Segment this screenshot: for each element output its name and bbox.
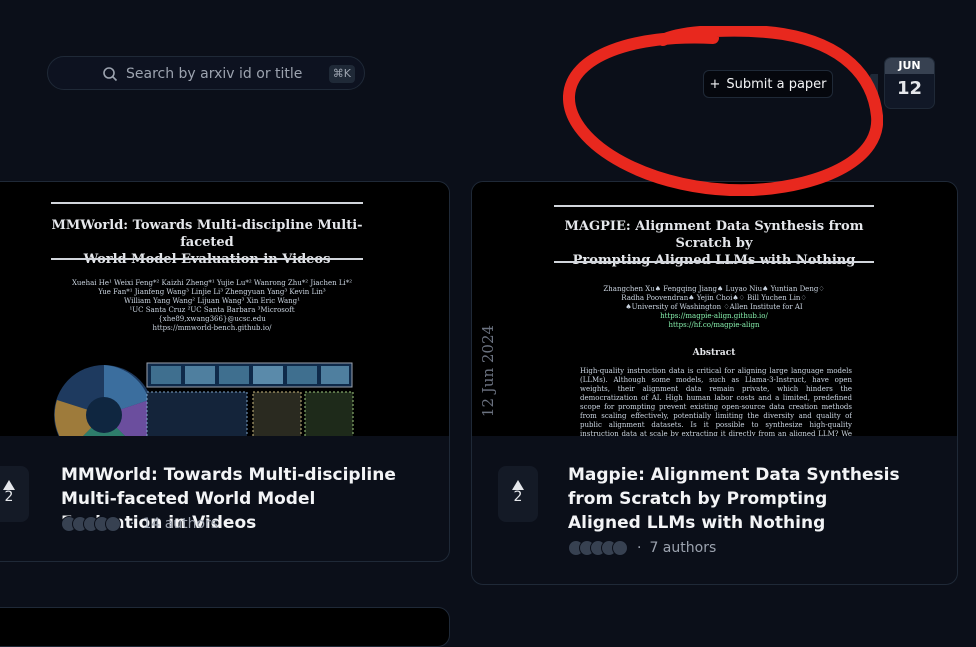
author-avatars bbox=[568, 540, 628, 556]
paper-title[interactable]: Magpie: Alignment Data Synthesis from Sc… bbox=[568, 463, 938, 535]
thumb-author-line: {xhe89,xwang366}@ucsc.edu bbox=[158, 315, 266, 323]
search-input[interactable]: Search by arxiv id or title ⌘K bbox=[47, 56, 365, 90]
paper-card[interactable]: 12 Jun 2024 MAGPIE: Alignment Data Synth… bbox=[471, 181, 958, 585]
thumb-link: https://hf.co/magpie-align bbox=[668, 321, 760, 329]
thumb-author-line: Yue Fan*¹ Jianfeng Wang³ Linjie Li³ Zhen… bbox=[98, 288, 326, 296]
upvote-icon bbox=[0, 475, 29, 490]
upvote-icon bbox=[498, 475, 538, 490]
thumb-author-line: https://mmworld-bench.github.io/ bbox=[152, 324, 272, 332]
paper-authors[interactable]: · 7 authors bbox=[568, 540, 716, 556]
thumb-title-line: MMWorld: Towards Multi-discipline Multi-… bbox=[51, 218, 363, 250]
paper-thumbnail[interactable]: 12 Jun 2024 MAGPIE: Alignment Data Synth… bbox=[472, 182, 957, 436]
paper-card[interactable]: MMWorld: Towards Multi-discipline Multi-… bbox=[0, 181, 450, 562]
avatar bbox=[105, 516, 121, 532]
thumb-figure bbox=[54, 362, 354, 436]
date-picker[interactable]: JUN 12 bbox=[884, 57, 935, 109]
author-count: 7 authors bbox=[649, 540, 717, 556]
thumb-link: https://magpie-align.github.io/ bbox=[660, 312, 768, 320]
date-day: 12 bbox=[896, 78, 923, 99]
paper-title-line: from Scratch by Prompting bbox=[568, 489, 828, 509]
search-placeholder: Search by arxiv id or title bbox=[126, 66, 303, 82]
search-shortcut: ⌘K bbox=[328, 65, 355, 83]
thumb-abstract-heading: Abstract bbox=[692, 348, 736, 358]
thumb-author-line: Radha Poovendran♠ Yejin Choi♠♢ Bill Yuch… bbox=[621, 294, 807, 302]
paper-authors[interactable]: · 14 authors bbox=[61, 516, 218, 532]
annotation-circle bbox=[563, 26, 883, 196]
separator: · bbox=[637, 540, 642, 556]
paper-card[interactable] bbox=[0, 607, 450, 647]
separator: · bbox=[130, 516, 135, 532]
paper-title-line: Magpie: Alignment Data Synthesis bbox=[568, 465, 900, 485]
author-avatars bbox=[61, 516, 121, 532]
thumb-side-date: 12 Jun 2024 bbox=[479, 324, 498, 418]
search-icon bbox=[102, 66, 118, 86]
upvote-button[interactable]: 2 bbox=[498, 466, 538, 522]
thumb-author-line: William Yang Wang² Lijuan Wang³ Xin Eric… bbox=[124, 297, 300, 305]
date-month: JUN bbox=[885, 58, 934, 74]
thumb-author-line: Xuehai He¹ Weixi Feng*² Kaizhi Zheng*¹ Y… bbox=[71, 279, 353, 287]
thumb-author-line: ¹UC Santa Cruz ²UC Santa Barbara ³Micros… bbox=[129, 306, 295, 314]
thumb-author-line: ♠University of Washington ♢Allen Institu… bbox=[625, 303, 803, 311]
paper-thumbnail[interactable]: MMWorld: Towards Multi-discipline Multi-… bbox=[0, 182, 449, 436]
thumb-abstract-text: High-quality instruction data is critica… bbox=[580, 367, 852, 436]
author-count: 14 authors bbox=[142, 516, 219, 532]
avatar bbox=[612, 540, 628, 556]
vote-count: 2 bbox=[4, 489, 14, 505]
upvote-button[interactable]: 2 bbox=[0, 466, 29, 522]
thumb-author-line: Zhangchen Xu♠ Fengqing Jiang♠ Luyao Niu♠… bbox=[603, 285, 825, 293]
vote-count: 2 bbox=[513, 489, 523, 505]
paper-title-line: Aligned LLMs with Nothing bbox=[568, 513, 826, 533]
thumb-title-line: MAGPIE: Alignment Data Synthesis from Sc… bbox=[564, 219, 864, 251]
